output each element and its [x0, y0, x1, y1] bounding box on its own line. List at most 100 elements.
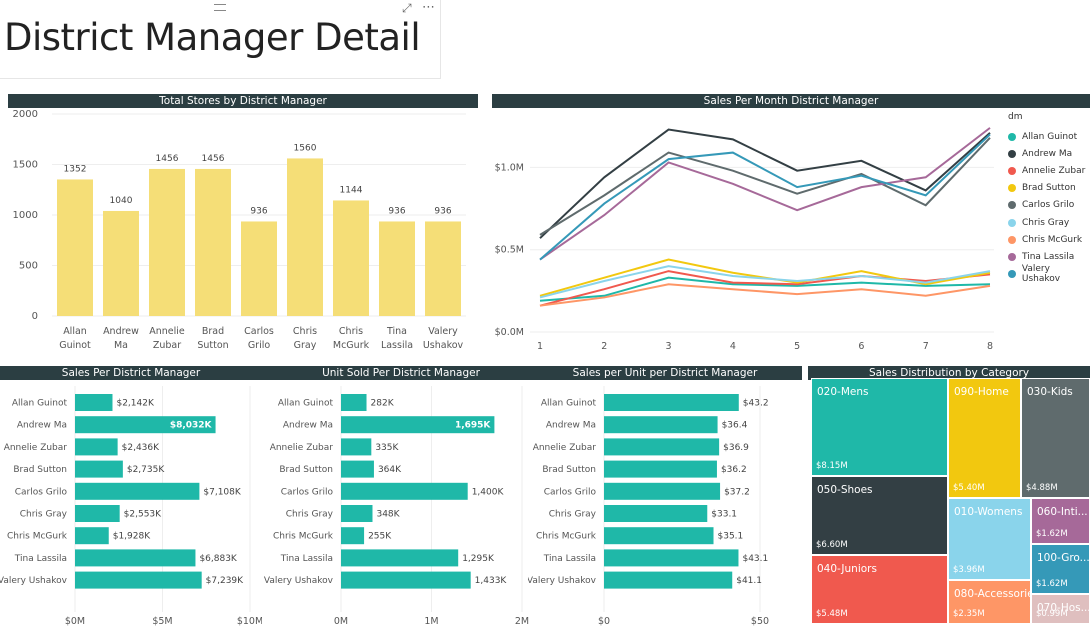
bar-allan-guinot — [75, 394, 113, 411]
treemap-label: 090-Home — [954, 386, 1009, 398]
treemap-cell-070-hosiery[interactable]: 070-Hos... $0.99M — [1031, 594, 1090, 624]
y-tick-label: 1000 — [13, 210, 38, 221]
x-tick-label: Andrew — [103, 326, 139, 337]
x-tick-label: Gray — [294, 340, 317, 351]
more-options-icon[interactable]: ⋯ — [422, 0, 436, 15]
x-tick-label: Guinot — [59, 340, 91, 351]
treemap-cell-090-home[interactable]: 090-Home $5.40M — [948, 378, 1021, 498]
bar-carlos-grilo — [604, 482, 721, 500]
focus-mode-icon[interactable]: ⤢ — [402, 1, 412, 16]
bar-chris-mcgurk — [341, 527, 365, 545]
data-label: 282K — [371, 399, 395, 409]
bar-tina-lassila — [379, 221, 415, 316]
treemap-cell-010-womens[interactable]: 010-Womens $3.96M — [948, 498, 1031, 580]
x-tick-label: 8 — [987, 341, 993, 352]
treemap-cell-060-intimate[interactable]: 060-Inti... $1.62M — [1031, 498, 1090, 544]
drag-grip-icon[interactable] — [214, 4, 226, 11]
category-label: Allan Guinot — [278, 399, 334, 409]
legend-item-andrew-ma[interactable]: Andrew Ma — [1008, 145, 1090, 162]
data-label: 1560 — [294, 143, 317, 153]
legend-swatch — [1008, 270, 1016, 279]
treemap-value: $1.62M — [1036, 579, 1068, 589]
category-label: Chris McGurk — [273, 532, 334, 542]
bar-allan-guinot — [341, 394, 367, 411]
x-tick-label: 2M — [515, 616, 529, 627]
y-tick-label: 500 — [19, 261, 38, 272]
legend-item-brad-sutton[interactable]: Brad Sutton — [1008, 180, 1090, 197]
sales-per-dm-title: Sales Per District Manager — [0, 366, 262, 380]
legend-title: dm — [1008, 112, 1023, 122]
x-tick-label: Chris — [293, 326, 317, 337]
bar-chris-gray — [604, 505, 708, 522]
legend-label: Chris McGurk — [1022, 234, 1083, 245]
treemap-value: $2.35M — [953, 609, 985, 619]
treemap-cell-020-mens[interactable]: 020-Mens $8.15M — [811, 378, 948, 476]
treemap-label: 080-Accessories — [954, 588, 1031, 600]
bar-annelie-zubar — [149, 168, 185, 316]
x-tick-label: $5M — [152, 616, 172, 627]
bar-allan-guinot — [604, 394, 739, 411]
legend-item-tina-lassila[interactable]: Tina Lassila — [1008, 248, 1090, 265]
legend-label: Andrew Ma — [1022, 148, 1073, 159]
y-tick-label: 0 — [32, 311, 38, 322]
title-card: ⤢ ⋯ District Manager Detail — [0, 0, 441, 79]
data-label: 936 — [434, 206, 451, 216]
series-line-chris-gray — [539, 265, 991, 299]
data-label: $7,239K — [206, 576, 244, 586]
bar-tina-lassila — [604, 549, 739, 567]
bar-annelie-zubar — [341, 438, 372, 456]
bar-valery-ushakov — [604, 571, 733, 589]
treemap-label: 050-Shoes — [817, 484, 873, 496]
legend-label: Tina Lassila — [1022, 251, 1075, 262]
category-label: Brad Sutton — [13, 465, 67, 475]
bar-brad-sutton — [195, 168, 231, 316]
category-label: Valery Ushakov — [264, 576, 334, 586]
category-label: Andrew Ma — [17, 421, 67, 431]
treemap-cell-040-juniors[interactable]: 040-Juniors $5.48M — [811, 555, 948, 624]
data-label: 1456 — [156, 154, 179, 164]
data-label: $2,553K — [124, 510, 162, 520]
legend-swatch — [1008, 252, 1016, 261]
x-tick-label: $0 — [598, 616, 610, 627]
x-tick-label: 5 — [794, 341, 800, 352]
data-label: $43.1 — [742, 554, 768, 564]
y-tick-label: $0.5M — [495, 245, 524, 256]
legend-item-annelie-zubar[interactable]: Annelie Zubar — [1008, 162, 1090, 179]
legend-swatch — [1008, 218, 1016, 227]
bar-brad-sutton — [604, 460, 717, 478]
legend-item-allan-guinot[interactable]: Allan Guinot — [1008, 128, 1090, 145]
legend-swatch — [1008, 166, 1016, 175]
treemap-cell-030-kids[interactable]: 030-Kids $4.88M — [1021, 378, 1090, 498]
treemap-cell-080-accessories[interactable]: 080-Accessories $2.35M — [948, 580, 1031, 624]
sales-per-dm-panel: Sales Per District Manager $0M $5M $10M All… — [0, 366, 262, 628]
legend-label: Valery Ushakov — [1021, 264, 1061, 285]
treemap-label: 040-Juniors — [817, 563, 877, 575]
data-label: $43.2 — [743, 399, 769, 409]
treemap-label: 030-Kids — [1027, 386, 1073, 398]
category-label: Carlos Grilo — [15, 487, 68, 497]
bar-brad-sutton — [341, 460, 374, 478]
bar-chris-gray — [341, 505, 373, 522]
x-tick-label: Allan — [63, 326, 87, 337]
legend-item-chris-mcgurk[interactable]: Chris McGurk — [1008, 231, 1090, 248]
treemap-value: $5.40M — [953, 483, 985, 493]
treemap-cell-050-shoes[interactable]: 050-Shoes $6.60M — [811, 476, 948, 555]
legend-item-valery-ushakov[interactable]: Valery Ushakov — [1008, 264, 1090, 285]
x-tick-label: 7 — [923, 341, 929, 352]
category-label: Brad Sutton — [279, 465, 333, 475]
bar-andrew-ma — [604, 416, 718, 434]
y-tick-label: 2000 — [13, 109, 38, 120]
data-label: 936 — [388, 206, 405, 216]
page-title: District Manager Detail — [4, 16, 421, 59]
x-tick-label: Grilo — [248, 340, 271, 351]
category-label: Carlos Grilo — [281, 487, 334, 497]
data-label: $7,108K — [203, 487, 241, 497]
legend-item-chris-gray[interactable]: Chris Gray — [1008, 214, 1090, 231]
x-tick-label: Carlos — [244, 326, 274, 337]
legend-item-carlos-grilo[interactable]: Carlos Grilo — [1008, 197, 1090, 214]
x-tick-label: Chris — [339, 326, 363, 337]
legend-swatch — [1008, 184, 1016, 193]
category-label: Andrew Ma — [283, 421, 333, 431]
treemap-cell-100-groceries[interactable]: 100-Gro... $1.62M — [1031, 544, 1090, 594]
x-tick-label: 1 — [537, 341, 543, 352]
